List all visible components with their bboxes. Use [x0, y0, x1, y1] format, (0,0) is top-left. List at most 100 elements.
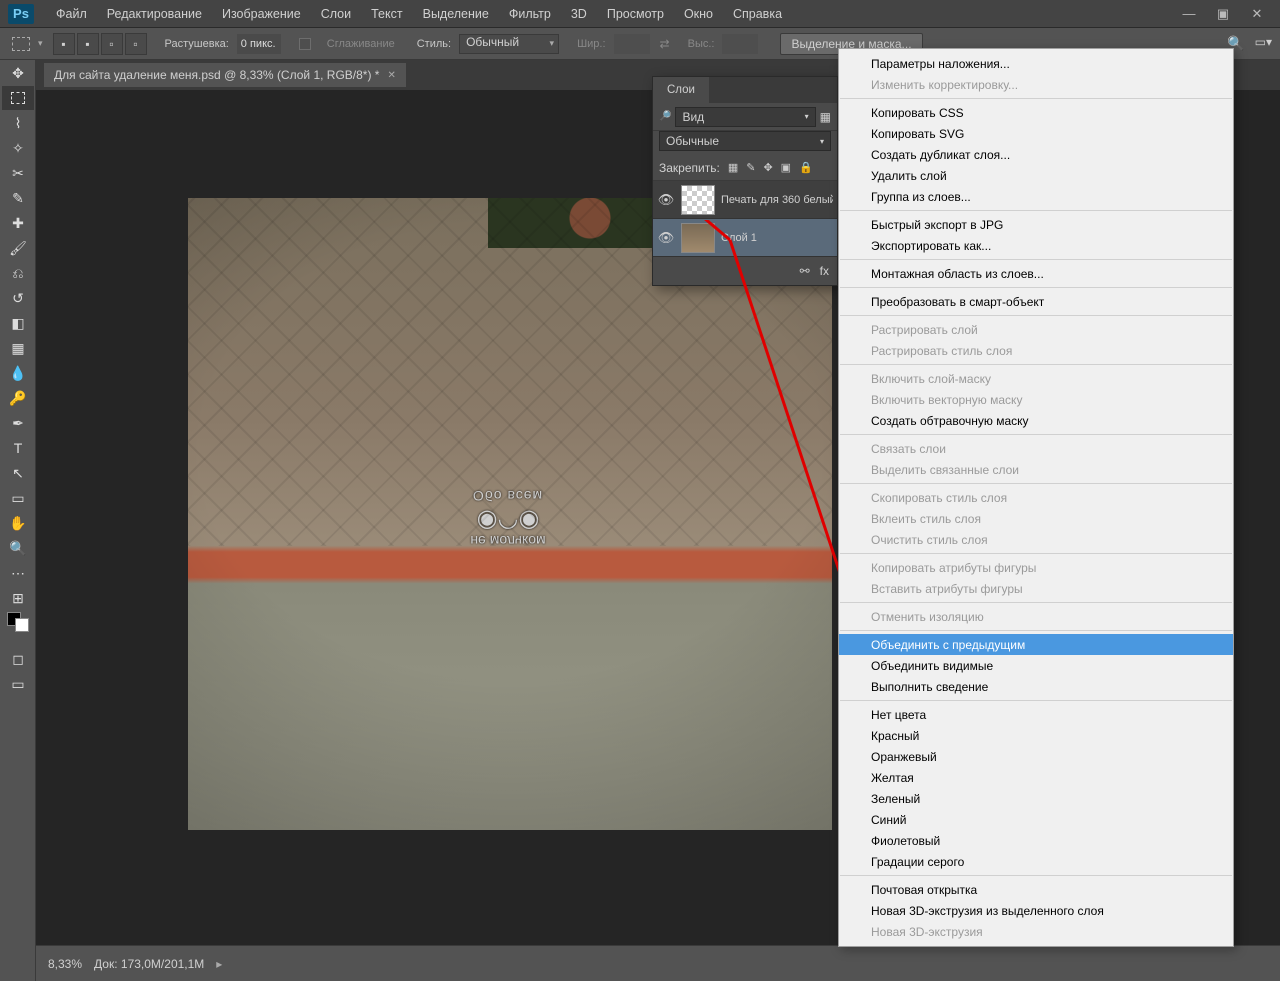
- menu-item[interactable]: Нет цвета: [839, 704, 1233, 725]
- menu-item[interactable]: Экспортировать как...: [839, 235, 1233, 256]
- chevron-down-icon[interactable]: ▾: [38, 38, 43, 49]
- intersect-selection-icon[interactable]: ▫: [125, 33, 147, 55]
- style-select[interactable]: Обычный: [459, 34, 559, 54]
- menu-выделение[interactable]: Выделение: [413, 0, 499, 28]
- menu-текст[interactable]: Текст: [361, 0, 412, 28]
- menu-item[interactable]: Красный: [839, 725, 1233, 746]
- menu-item[interactable]: Объединить с предыдущим: [839, 634, 1233, 655]
- clone-stamp-tool-icon[interactable]: ⎌: [2, 261, 34, 285]
- menu-item[interactable]: Новая 3D-экструзия из выделенного слоя: [839, 900, 1233, 921]
- visibility-icon[interactable]: 👁: [657, 192, 675, 208]
- document-canvas[interactable]: Обо всем ◉◡◉ не молчком: [188, 198, 832, 830]
- close-tab-icon[interactable]: ✕: [387, 70, 395, 81]
- lasso-tool-icon[interactable]: ⌇: [2, 111, 34, 135]
- quick-mask-icon[interactable]: ◻: [2, 647, 34, 671]
- menu-item[interactable]: Объединить видимые: [839, 655, 1233, 676]
- menu-item[interactable]: Копировать SVG: [839, 123, 1233, 144]
- healing-brush-tool-icon[interactable]: ✚: [2, 211, 34, 235]
- lock-all-icon[interactable]: 🔒: [799, 161, 813, 174]
- menu-файл[interactable]: Файл: [46, 0, 97, 28]
- menu-item[interactable]: Синий: [839, 809, 1233, 830]
- menu-separator: [840, 98, 1232, 99]
- menu-item[interactable]: Удалить слой: [839, 165, 1233, 186]
- menu-item[interactable]: Создать обтравочную маску: [839, 410, 1233, 431]
- menu-слои[interactable]: Слои: [311, 0, 361, 28]
- menu-изображение[interactable]: Изображение: [212, 0, 311, 28]
- workspace-icon[interactable]: ▭▾: [1255, 35, 1272, 52]
- history-brush-tool-icon[interactable]: ↺: [2, 286, 34, 310]
- hand-tool-icon[interactable]: ✋: [2, 511, 34, 535]
- screen-mode-icon[interactable]: ▭: [2, 672, 34, 696]
- document-tab[interactable]: Для сайта удаление меня.psd @ 8,33% (Сло…: [44, 63, 406, 87]
- layer-thumbnail[interactable]: [681, 185, 715, 215]
- height-input: [722, 34, 758, 54]
- color-swatch[interactable]: [2, 611, 34, 635]
- layers-tab[interactable]: Слои: [653, 77, 709, 103]
- layer-thumbnail[interactable]: [681, 223, 715, 253]
- menu-item[interactable]: Монтажная область из слоев...: [839, 263, 1233, 284]
- dodge-tool-icon[interactable]: 🔑: [2, 386, 34, 410]
- zoom-level[interactable]: 8,33%: [48, 957, 82, 971]
- filter-icon[interactable]: ▦: [820, 110, 831, 124]
- layer-row[interactable]: 👁 Слой 1: [653, 219, 837, 257]
- menu-просмотр[interactable]: Просмотр: [597, 0, 674, 28]
- add-selection-icon[interactable]: ▪: [77, 33, 99, 55]
- menu-item[interactable]: Параметры наложения...: [839, 53, 1233, 74]
- feather-input[interactable]: [237, 34, 281, 54]
- eraser-tool-icon[interactable]: ◧: [2, 311, 34, 335]
- status-expand-icon[interactable]: ▸: [216, 957, 222, 971]
- menu-item[interactable]: Градации серого: [839, 851, 1233, 872]
- lock-artboard-icon[interactable]: ▣: [781, 161, 791, 174]
- menu-item[interactable]: Группа из слоев...: [839, 186, 1233, 207]
- filter-kind-select[interactable]: Вид▾: [675, 107, 815, 127]
- brush-tool-icon[interactable]: 🖌: [2, 236, 34, 260]
- menu-item[interactable]: Преобразовать в смарт-объект: [839, 291, 1233, 312]
- menu-item[interactable]: Оранжевый: [839, 746, 1233, 767]
- pen-tool-icon[interactable]: ✒: [2, 411, 34, 435]
- layer-name[interactable]: Слой 1: [721, 232, 833, 244]
- rectangular-marquee-tool-icon[interactable]: [2, 86, 34, 110]
- layer-effects-icon[interactable]: fx: [820, 264, 829, 278]
- lock-position-icon[interactable]: ✥: [763, 161, 772, 174]
- width-input: [614, 34, 650, 54]
- gradient-tool-icon[interactable]: ▦: [2, 336, 34, 360]
- type-tool-icon[interactable]: T: [2, 436, 34, 460]
- minimize-button[interactable]: —: [1178, 5, 1200, 23]
- menu-item[interactable]: Быстрый экспорт в JPG: [839, 214, 1233, 235]
- visibility-icon[interactable]: 👁: [657, 230, 675, 246]
- layers-footer: ⚯ fx: [653, 257, 837, 285]
- new-selection-icon[interactable]: ▪: [53, 33, 75, 55]
- menu-item[interactable]: Выполнить сведение: [839, 676, 1233, 697]
- more-tools-icon[interactable]: ⋯: [2, 561, 34, 585]
- layer-name[interactable]: Печать для 360 белый дл...: [721, 194, 833, 206]
- blur-tool-icon[interactable]: 💧: [2, 361, 34, 385]
- blend-mode-select[interactable]: Обычные▾: [659, 131, 831, 151]
- menu-редактирование[interactable]: Редактирование: [97, 0, 212, 28]
- layer-row[interactable]: 👁 Печать для 360 белый дл...: [653, 181, 837, 219]
- edit-toolbar-icon[interactable]: ⊞: [2, 586, 34, 610]
- lock-pixels-icon[interactable]: ▦: [728, 161, 738, 174]
- magic-wand-tool-icon[interactable]: ✧: [2, 136, 34, 160]
- subtract-selection-icon[interactable]: ▫: [101, 33, 123, 55]
- lock-brush-icon[interactable]: ✎: [746, 161, 755, 174]
- menu-окно[interactable]: Окно: [674, 0, 723, 28]
- link-layers-icon[interactable]: ⚯: [800, 264, 810, 278]
- zoom-tool-icon[interactable]: 🔍: [2, 536, 34, 560]
- menu-item[interactable]: Создать дубликат слоя...: [839, 144, 1233, 165]
- move-tool-icon[interactable]: ✥: [2, 61, 34, 85]
- menu-item[interactable]: Копировать CSS: [839, 102, 1233, 123]
- maximize-button[interactable]: ▣: [1212, 5, 1234, 23]
- menu-фильтр[interactable]: Фильтр: [499, 0, 561, 28]
- menu-item[interactable]: Желтая: [839, 767, 1233, 788]
- menu-item[interactable]: Почтовая открытка: [839, 879, 1233, 900]
- menu-3d[interactable]: 3D: [561, 0, 597, 28]
- menu-справка[interactable]: Справка: [723, 0, 792, 28]
- menu-item[interactable]: Зеленый: [839, 788, 1233, 809]
- path-selection-tool-icon[interactable]: ↖: [2, 461, 34, 485]
- rectangle-tool-icon[interactable]: ▭: [2, 486, 34, 510]
- close-button[interactable]: ✕: [1246, 5, 1268, 23]
- crop-tool-icon[interactable]: ✂: [2, 161, 34, 185]
- menu-item[interactable]: Фиолетовый: [839, 830, 1233, 851]
- eyedropper-tool-icon[interactable]: ✎: [2, 186, 34, 210]
- marquee-tool-icon[interactable]: [12, 37, 30, 51]
